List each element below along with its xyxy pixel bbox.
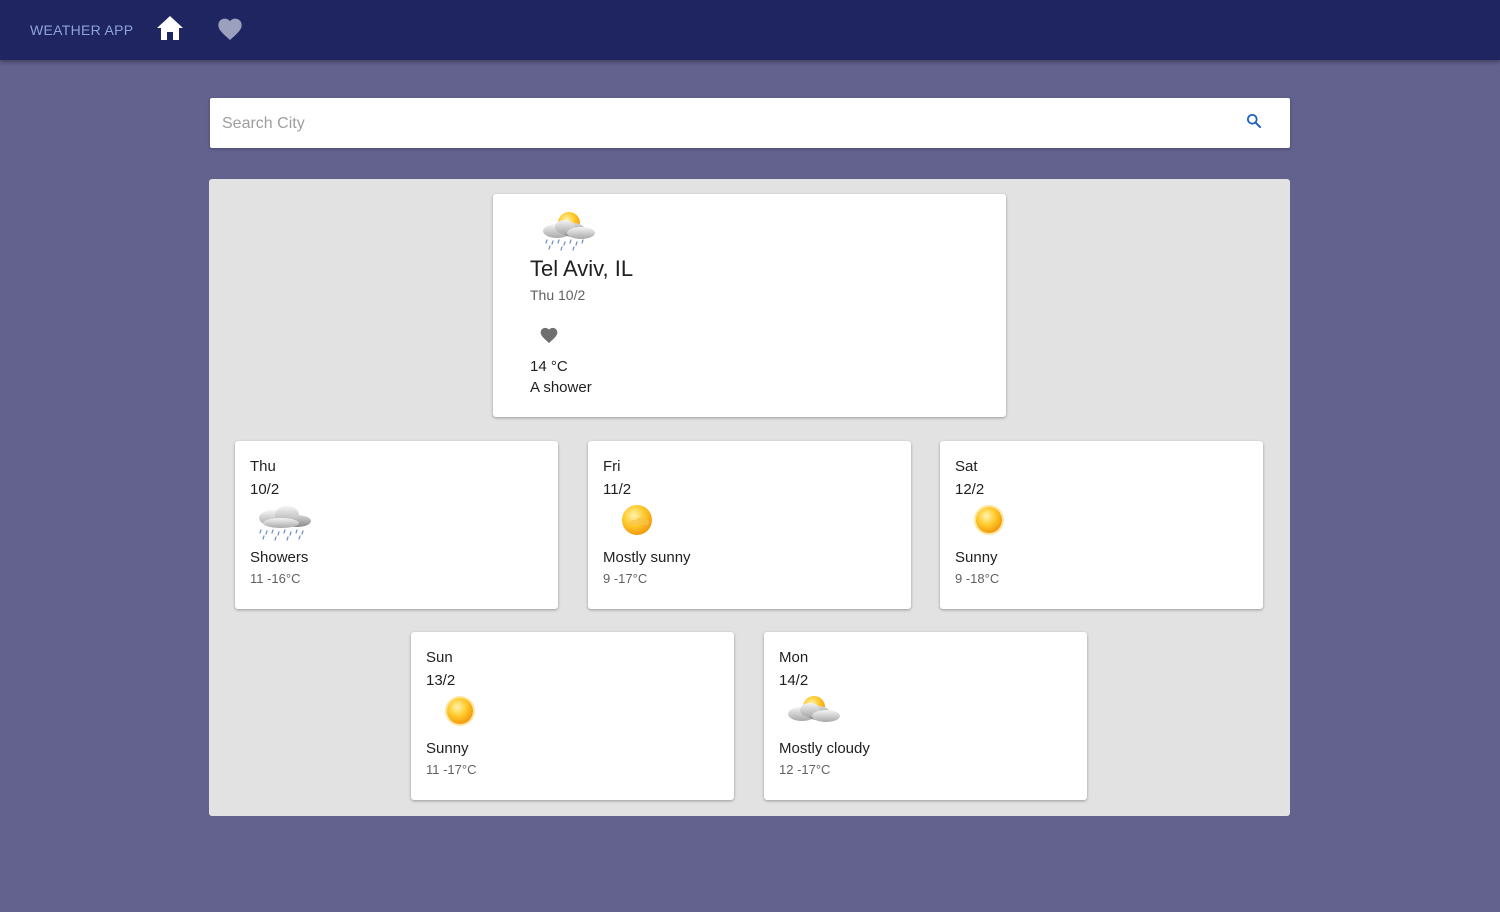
search-button[interactable] <box>1242 111 1266 135</box>
showers-icon <box>253 501 315 548</box>
home-nav-button[interactable] <box>154 14 186 46</box>
current-weather-card: Tel Aviv, IL Thu 10/2 14 °C A shower <box>493 194 1006 417</box>
heart-icon <box>216 15 244 46</box>
forecast-card: Thu 10/2 Showers 11 -16°C <box>235 441 558 609</box>
forecast-date: 10/2 <box>250 481 280 498</box>
current-temperature: 14 °C <box>530 358 568 375</box>
mostly-sunny-icon <box>606 501 668 548</box>
forecast-day: Sun <box>426 649 453 666</box>
forecast-condition: Sunny <box>955 549 998 566</box>
sun-icon <box>429 692 491 739</box>
home-icon <box>156 15 184 46</box>
mostly-cloudy-icon <box>782 692 844 739</box>
forecast-day: Mon <box>779 649 809 666</box>
search-input[interactable] <box>220 98 1224 150</box>
forecast-condition: Sunny <box>426 740 469 757</box>
favorites-nav-button[interactable] <box>214 14 246 46</box>
forecast-card: Sun 13/2 Sunny 11 -17°C <box>411 632 734 800</box>
heart-icon <box>539 325 559 349</box>
forecast-temp-range: 9 -17°C <box>603 571 648 586</box>
forecast-condition: Showers <box>250 549 309 566</box>
forecast-date: 13/2 <box>426 672 456 689</box>
weather-panel: Tel Aviv, IL Thu 10/2 14 °C A shower Thu… <box>209 179 1290 816</box>
forecast-temp-range: 11 -17°C <box>426 762 477 777</box>
app-bar: WEATHER APP <box>0 0 1500 60</box>
forecast-card: Fri 11/2 Mostly sunny 9 -17°C <box>588 441 911 609</box>
forecast-date: 12/2 <box>955 481 985 498</box>
app-title[interactable]: WEATHER APP <box>30 22 133 38</box>
forecast-date: 11/2 <box>603 481 632 498</box>
current-city: Tel Aviv, IL <box>530 256 634 281</box>
cloud-sun-rain-icon <box>537 209 599 256</box>
forecast-day: Fri <box>603 458 621 475</box>
forecast-condition: Mostly sunny <box>603 549 691 566</box>
search-bar <box>210 98 1290 150</box>
forecast-card: Mon 14/2 Mostly cloudy 12 -17°C <box>764 632 1087 800</box>
current-condition: A shower <box>530 379 592 396</box>
current-date: Thu 10/2 <box>530 287 586 303</box>
forecast-card: Sat 12/2 Sunny 9 -18°C <box>940 441 1263 609</box>
forecast-temp-range: 12 -17°C <box>779 762 831 777</box>
forecast-condition: Mostly cloudy <box>779 740 870 757</box>
forecast-date: 14/2 <box>779 672 809 689</box>
search-icon <box>1246 113 1262 134</box>
forecast-temp-range: 9 -18°C <box>955 571 1000 586</box>
add-favorite-button[interactable] <box>537 325 561 349</box>
forecast-day: Sat <box>955 458 978 475</box>
sun-icon <box>958 501 1020 548</box>
forecast-day: Thu <box>250 458 276 475</box>
forecast-temp-range: 11 -16°C <box>250 571 301 586</box>
